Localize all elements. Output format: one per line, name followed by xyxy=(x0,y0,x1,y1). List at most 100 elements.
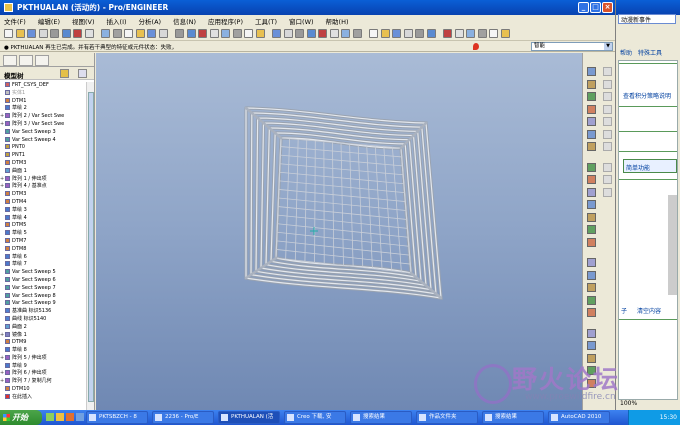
toolbar-refit-icon[interactable] xyxy=(221,29,230,38)
toolbar-undo-icon[interactable] xyxy=(415,29,424,38)
favorites-tab-icon[interactable] xyxy=(35,55,49,66)
quicklaunch-explorer-icon[interactable] xyxy=(76,413,84,421)
tool-secondary-icon[interactable] xyxy=(603,104,612,114)
toolbar-open-icon[interactable] xyxy=(369,29,378,38)
tree-node[interactable]: 草绘 5 xyxy=(0,230,86,238)
quicklaunch-media-icon[interactable] xyxy=(66,413,74,421)
tree-node[interactable]: DTM3 xyxy=(0,159,86,168)
tree-node[interactable]: PNT1 xyxy=(0,152,86,160)
toolbar-datum-point-icon[interactable] xyxy=(283,29,293,38)
tree-settings-icon[interactable] xyxy=(60,69,69,78)
tool-secondary-icon[interactable] xyxy=(603,129,612,139)
tool-secondary-icon[interactable] xyxy=(603,92,612,101)
help-link[interactable]: 帮助 特殊工具 xyxy=(618,48,676,60)
model-tree-tab-icon[interactable] xyxy=(3,55,17,66)
toolbar-datum-plane-icon[interactable] xyxy=(255,29,265,38)
toolbar-print-icon[interactable] xyxy=(392,29,401,38)
tree-node[interactable]: PNT0 xyxy=(0,144,86,152)
tool-secondary-icon[interactable] xyxy=(603,79,612,89)
toolbar-open-icon[interactable] xyxy=(15,29,25,38)
toolbar-send-icon[interactable] xyxy=(50,29,59,38)
toolbar-send-icon[interactable] xyxy=(403,29,413,38)
taskbar-task[interactable]: 作品文件夹 xyxy=(416,411,478,424)
side-scrollbar[interactable] xyxy=(668,195,677,295)
tool-pattern-icon[interactable] xyxy=(587,308,596,317)
menu-analysis[interactable]: 分析(A) xyxy=(139,16,162,26)
tool-shell-icon[interactable] xyxy=(587,237,596,247)
tool-round-icon[interactable] xyxy=(587,283,596,292)
side-window-titlebar[interactable] xyxy=(616,0,680,15)
menu-help[interactable]: 帮助(H) xyxy=(326,16,349,26)
menu-insert[interactable]: 插入(I) xyxy=(107,16,127,26)
start-button[interactable]: 开始 xyxy=(0,410,42,425)
toolbar-new-icon[interactable] xyxy=(352,29,362,38)
toolbar-plus-icon[interactable] xyxy=(329,29,339,38)
toolbar-zoom-out-icon[interactable] xyxy=(209,29,219,38)
tree-node[interactable]: FRT_CSYS_DEF xyxy=(0,82,86,90)
tool-axis-icon[interactable] xyxy=(587,92,596,101)
close-button[interactable]: × xyxy=(602,2,613,13)
toolbar-view-icon[interactable] xyxy=(175,29,184,38)
toolbar-zoom-in-icon[interactable] xyxy=(198,29,207,38)
toolbar-paste-icon[interactable] xyxy=(466,29,475,38)
toolbar-model-icon[interactable] xyxy=(318,29,327,38)
tree-columns-icon[interactable] xyxy=(78,69,87,78)
toolbar-cut-icon[interactable] xyxy=(84,29,94,38)
tool-revolve-icon[interactable] xyxy=(587,187,596,197)
toolbar-regen-icon[interactable] xyxy=(124,29,133,38)
toolbar-insert-icon[interactable] xyxy=(341,29,350,38)
tree-node[interactable]: Var Sect Sweep 7 xyxy=(0,284,86,293)
simple-function-button[interactable]: 简单功能 xyxy=(623,159,677,173)
tree-node[interactable]: DTM9 xyxy=(0,339,86,347)
tree-node[interactable]: DTM7 xyxy=(0,237,86,246)
menu-edit[interactable]: 编辑(E) xyxy=(38,16,60,26)
menu-tools[interactable]: 工具(T) xyxy=(255,16,277,26)
toolbar-find-icon[interactable] xyxy=(147,29,156,38)
tree-node[interactable]: + 阵列 4 / 基准点 xyxy=(0,183,86,191)
tool-reference-icon[interactable] xyxy=(587,162,596,172)
toolbar-shade-icon[interactable] xyxy=(186,29,196,38)
quicklaunch-desktop-icon[interactable] xyxy=(46,413,54,421)
tool-sketch-icon[interactable] xyxy=(587,67,596,76)
window-titlebar[interactable]: PKTHUALAN (活动的) - Pro/ENGINEER _ □ × xyxy=(0,0,615,15)
points-policy-link[interactable]: 查看积分策略说明 xyxy=(623,91,671,100)
toolbar-undo-icon[interactable] xyxy=(61,29,71,38)
tree-node[interactable]: + 阵列 2 / Var Sect Swe xyxy=(0,113,86,121)
toolbar-orient-icon[interactable] xyxy=(232,29,242,38)
minimize-button[interactable]: _ xyxy=(578,2,589,13)
tree-scrollbar[interactable] xyxy=(86,82,94,410)
toolbar-copy-icon[interactable] xyxy=(101,29,110,38)
toolbar-csys-icon[interactable] xyxy=(295,29,304,38)
quicklaunch-ie-icon[interactable] xyxy=(56,413,64,421)
tree-node[interactable]: 草绘 4 xyxy=(0,214,86,223)
tool-plane-icon[interactable] xyxy=(587,79,596,89)
chevron-down-icon[interactable]: ▼ xyxy=(604,43,612,50)
tree-scrollbar-thumb[interactable] xyxy=(88,92,94,402)
toolbar-print-icon[interactable] xyxy=(38,29,48,38)
tree-node[interactable]: + 阵列 5 / 伸出项 xyxy=(0,354,86,363)
tool-merge-icon[interactable] xyxy=(587,341,596,350)
tool-point-icon[interactable] xyxy=(587,117,596,126)
tool-chamfer-icon[interactable] xyxy=(587,295,596,305)
tree-node[interactable]: Var Sect Sweep 8 xyxy=(0,292,86,301)
menu-window[interactable]: 窗口(W) xyxy=(289,16,314,26)
tool-extrude-icon[interactable] xyxy=(587,175,596,184)
tree-node[interactable]: 在此插入 xyxy=(0,393,86,402)
tree-node[interactable]: Var Sect Sweep 3 xyxy=(0,128,86,137)
taskbar-task[interactable]: 2236 - Pro/E xyxy=(152,411,214,424)
maximize-button[interactable]: □ xyxy=(590,2,601,13)
toolbar-pick-icon[interactable] xyxy=(489,29,498,38)
toolbar-copy-icon[interactable] xyxy=(454,29,464,38)
toolbar-save-icon[interactable] xyxy=(27,29,36,38)
toolbar-spin-icon[interactable] xyxy=(244,29,253,38)
menu-info[interactable]: 信息(N) xyxy=(173,16,196,26)
tree-node[interactable]: 实体1 xyxy=(0,89,86,98)
tree-node[interactable]: DTM10 xyxy=(0,386,86,394)
tool-hole-icon[interactable] xyxy=(587,225,596,234)
toolbar-new-icon[interactable] xyxy=(4,29,13,38)
menu-applications[interactable]: 应用程序(P) xyxy=(208,16,243,26)
menu-file[interactable]: 文件(F) xyxy=(4,16,26,26)
taskbar-task[interactable]: 搜索结果 xyxy=(350,411,412,424)
toolbar-layer-icon[interactable] xyxy=(158,29,168,38)
tree-node[interactable]: 草绘 7 xyxy=(0,261,86,269)
